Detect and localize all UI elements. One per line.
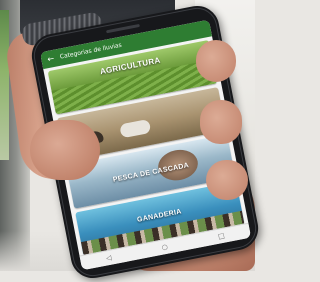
hand-finger-right xyxy=(200,100,242,144)
nav-back-icon[interactable]: ◁ xyxy=(105,253,112,262)
hand-finger-right xyxy=(206,160,248,200)
photo-scene: ← Categorias de lluvias AGRICULTURA PESC… xyxy=(0,0,262,282)
background-plant xyxy=(0,10,9,160)
animal-image xyxy=(119,118,152,139)
hand-finger-left xyxy=(30,120,100,180)
back-arrow-icon[interactable]: ← xyxy=(47,53,55,63)
nav-recent-icon[interactable]: □ xyxy=(217,231,225,240)
nav-home-icon[interactable]: ○ xyxy=(161,242,169,251)
hand-finger-right xyxy=(196,40,236,82)
